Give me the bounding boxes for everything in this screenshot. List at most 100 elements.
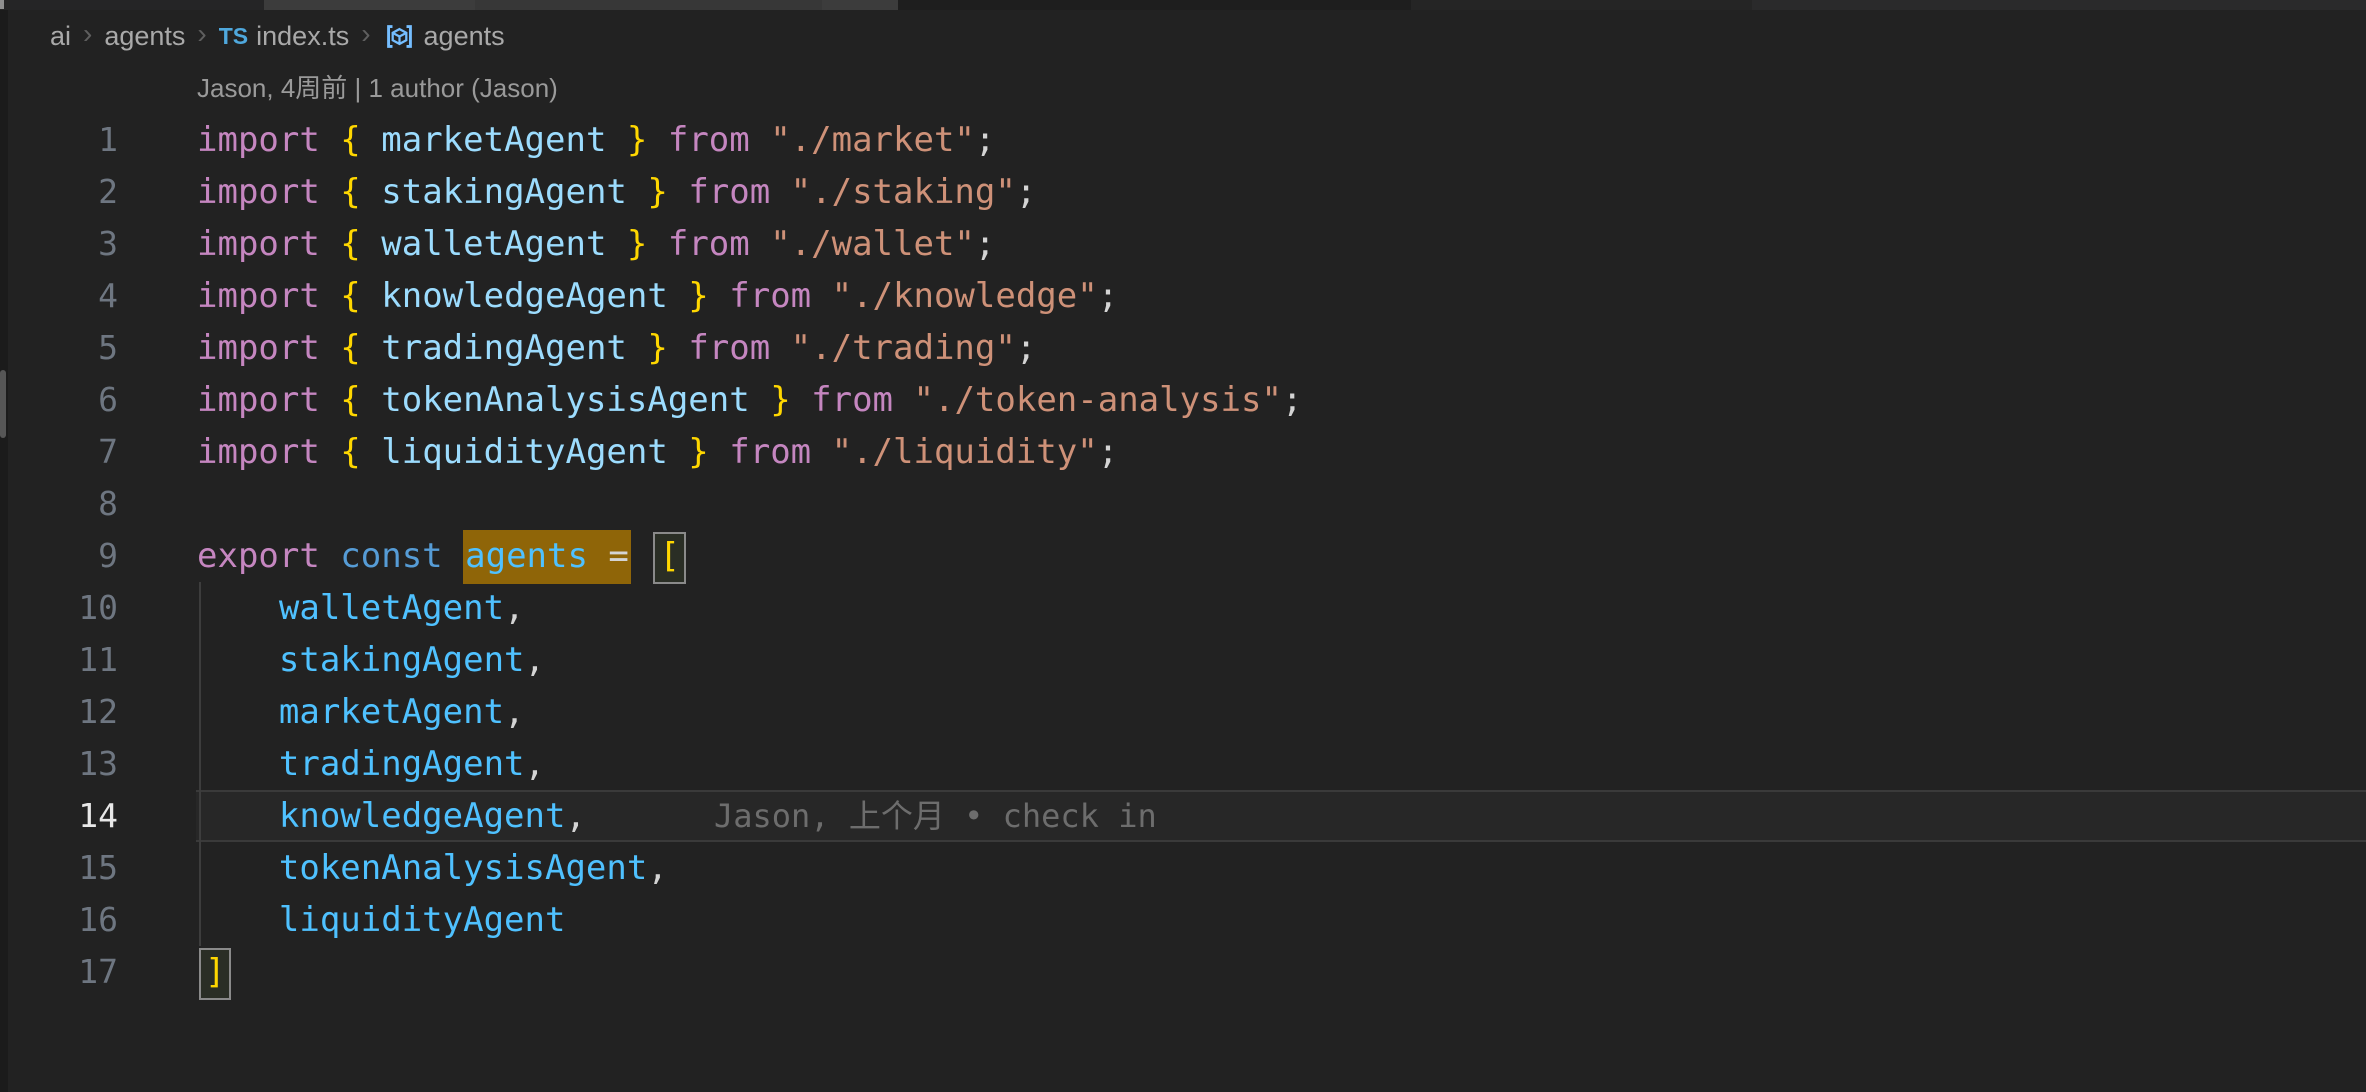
breadcrumb-separator: › [83,18,92,50]
code-token: const [340,536,463,576]
code-token: , [504,692,524,732]
line-content: import { marketAgent } from "./market"; [197,114,995,166]
code-token: liquidityAgent [381,432,668,472]
code-token: import [197,172,340,212]
code-token [197,796,279,836]
breadcrumb-item-agents-symbol[interactable]: agents [383,20,505,53]
code-line[interactable]: 2 import { stakingAgent } from "./staking… [0,166,2366,218]
line-number: 6 [0,374,118,426]
tab-top[interactable] [898,0,1411,10]
code-token: , [647,848,667,888]
code-token: from [668,120,770,160]
breadcrumb-item-agents-folder[interactable]: agents [104,21,185,52]
code-token: import [197,380,340,420]
line-number: 10 [0,582,118,634]
code-token [197,744,279,784]
code-token: { [340,224,381,264]
code-token: , [565,796,585,836]
code-token: tradingAgent [381,328,627,368]
code-token: { [340,120,381,160]
code-line[interactable]: 4import { knowledgeAgent } from "./knowl… [0,270,2366,322]
line-number: 12 [0,686,118,738]
gitlens-inline-blame: Jason, 上个月 • check in [714,797,1157,835]
code-line[interactable]: 3 import { walletAgent } from "./wallet"; [0,218,2366,270]
code-line[interactable]: 17] [0,946,2366,998]
code-token: from [811,380,913,420]
code-token: import [197,120,340,160]
code-token: [ [659,536,679,576]
code-editor[interactable]: Jason, 4周前 | 1 author (Jason) 1 import { … [0,62,2366,1092]
tab-top[interactable] [264,0,475,10]
tab-top[interactable] [822,0,898,10]
line-content: import { walletAgent } from "./wallet"; [197,218,995,270]
line-number: 5 [0,322,118,374]
line-number: 7 [0,426,118,478]
line-content: knowledgeAgent, Jason, 上个月 • check in [197,790,1157,842]
word-occurrence-highlight: agents = [463,530,631,584]
code-line[interactable]: 5 import { tradingAgent } from "./trading… [0,322,2366,374]
code-token: , [525,640,545,680]
code-line[interactable]: 10 walletAgent, [0,582,2366,634]
code-token: walletAgent [381,224,606,264]
breadcrumb-item-ai[interactable]: ai [50,21,71,52]
code-token: "./market" [770,120,975,160]
tab-top[interactable] [1752,0,2366,10]
line-content: import { stakingAgent } from "./staking"… [197,166,1036,218]
line-number: 3 [0,218,118,270]
line-number: 8 [0,478,118,530]
breadcrumb-label: ai [50,21,71,52]
breadcrumb-label: agents [424,21,505,52]
ts-file-icon: TS [219,23,248,50]
code-line[interactable]: 16 liquidityAgent [0,894,2366,946]
code-token: , [525,744,545,784]
code-token: { [340,380,381,420]
code-token: = [588,536,629,576]
gitlens-authors-lens[interactable]: Jason, 4周前 | 1 author (Jason) [0,62,2366,114]
line-content: import { liquidityAgent } from "./liquid… [197,426,1118,478]
code-token: ; [975,120,995,160]
code-line[interactable]: 11 stakingAgent, [0,634,2366,686]
code-token: liquidityAgent [279,900,566,940]
code-token: import [197,224,340,264]
code-token: agents [465,536,588,576]
code-line[interactable]: 9export const agents = [ [0,530,2366,582]
code-token [197,848,279,888]
line-content: tokenAnalysisAgent, [197,842,668,894]
code-token [197,588,279,628]
code-line[interactable]: 13 tradingAgent, [0,738,2366,790]
line-number: 15 [0,842,118,894]
line-number: 4 [0,270,118,322]
code-line[interactable]: 7 import { liquidityAgent } from "./liqui… [0,426,2366,478]
line-content: walletAgent, [197,582,525,634]
code-token: } [750,380,811,420]
code-token: tokenAnalysisAgent [279,848,647,888]
code-line[interactable]: 14 knowledgeAgent, Jason, 上个月 • check in [0,790,2366,842]
code-token: "./knowledge" [832,276,1098,316]
line-content: liquidityAgent [197,894,565,946]
breadcrumb: ai › agents › TS index.ts › agents [0,10,2366,62]
tab-strip [0,0,2366,10]
code-line[interactable]: 12 marketAgent, [0,686,2366,738]
code-token: knowledgeAgent [279,796,566,836]
breadcrumb-separator: › [197,18,206,50]
code-line[interactable]: 1 import { marketAgent } from "./market"; [0,114,2366,166]
code-line[interactable]: 15 tokenAnalysisAgent, [0,842,2366,894]
code-token: ; [1282,380,1302,420]
code-token: { [340,172,381,212]
line-number: 2 [0,166,118,218]
breadcrumb-item-index-ts[interactable]: TS index.ts [219,21,349,52]
code-token: ; [1016,328,1036,368]
line-number: 14 [0,790,118,842]
code-line[interactable]: 6import { tokenAnalysisAgent } from "./t… [0,374,2366,426]
code-line[interactable]: 8 [0,478,2366,530]
line-content: import { tradingAgent } from "./trading"… [197,322,1036,374]
code-token: } [606,224,667,264]
tab-top[interactable] [475,0,822,10]
code-token: marketAgent [381,120,606,160]
tab-top[interactable] [1411,0,1752,10]
line-number: 13 [0,738,118,790]
breadcrumb-separator: › [361,18,370,50]
code-token: export [197,536,340,576]
tab-top[interactable] [0,0,264,10]
line-number: 1 [0,114,118,166]
